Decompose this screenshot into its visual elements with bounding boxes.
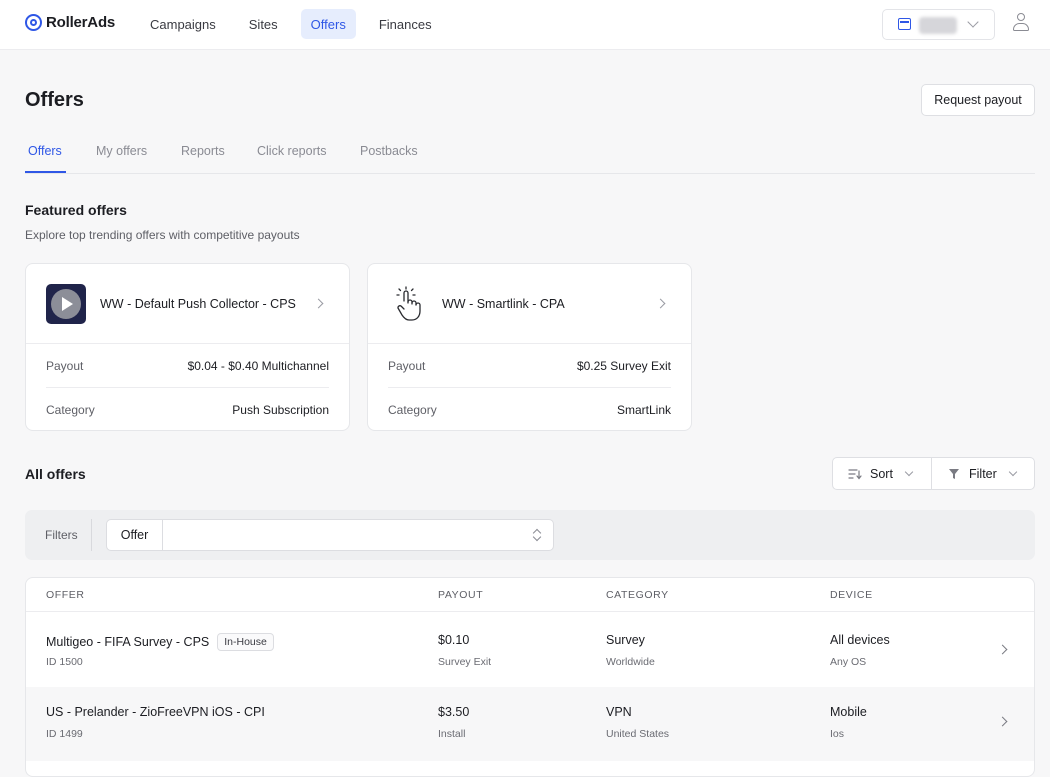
tab-offers[interactable]: Offers bbox=[28, 144, 62, 158]
filter-label: Filter bbox=[969, 467, 997, 481]
chevron-down-icon bbox=[904, 467, 914, 477]
rollerads-logo[interactable]: RollerAds bbox=[25, 14, 115, 31]
offer-id: ID 1500 bbox=[46, 656, 83, 668]
featured-offer-header[interactable]: WW - Default Push Collector - CPS bbox=[26, 264, 349, 344]
filter-button[interactable]: Filter bbox=[931, 457, 1035, 490]
chevron-down-icon bbox=[1008, 467, 1018, 477]
payout-label: Payout bbox=[388, 359, 426, 373]
nav-finances[interactable]: Finances bbox=[369, 9, 442, 39]
wallet-icon bbox=[898, 18, 911, 30]
offer-cell: Multigeo - FIFA Survey - CPS In-House bbox=[46, 633, 274, 651]
active-tab-indicator bbox=[25, 171, 66, 173]
select-arrows-icon bbox=[533, 528, 541, 542]
hidden-balance bbox=[919, 17, 957, 34]
balance-dropdown[interactable] bbox=[882, 9, 995, 40]
payout-amount: $3.50 bbox=[438, 705, 470, 719]
top-navbar: RollerAds Campaigns Sites Offers Finance… bbox=[0, 0, 1050, 50]
chevron-right-icon bbox=[655, 298, 666, 309]
device-name: All devices bbox=[830, 633, 890, 647]
pointing-hand-icon bbox=[396, 286, 421, 321]
table-header: OFFER PAYOUT CATEGORY DEVICE bbox=[26, 578, 1034, 612]
request-payout-button[interactable]: Request payout bbox=[921, 84, 1035, 116]
chevron-right-icon bbox=[313, 298, 324, 309]
sort-label: Sort bbox=[870, 467, 893, 481]
offers-table: OFFER PAYOUT CATEGORY DEVICE Multigeo - … bbox=[25, 577, 1035, 777]
payout-amount: $0.10 bbox=[438, 633, 470, 647]
chevron-right-icon bbox=[997, 644, 1008, 655]
featured-offer-card: WW - Smartlink - CPA Payout $0.25 Survey… bbox=[367, 263, 692, 431]
featured-offers-title: Featured offers bbox=[25, 202, 127, 218]
tab-postbacks[interactable]: Postbacks bbox=[360, 144, 418, 158]
chevron-down-icon bbox=[967, 16, 979, 28]
featured-offer-card: WW - Default Push Collector - CPS Payout… bbox=[25, 263, 350, 431]
filters-label: Filters bbox=[45, 528, 78, 542]
nav-sites[interactable]: Sites bbox=[239, 9, 288, 39]
filters-bar: Filters Offer bbox=[25, 510, 1035, 560]
column-device: DEVICE bbox=[830, 589, 873, 601]
column-offer: OFFER bbox=[46, 589, 85, 601]
device-os: Any OS bbox=[830, 656, 867, 668]
category-name: Survey bbox=[606, 633, 645, 647]
tab-click-reports[interactable]: Click reports bbox=[257, 144, 326, 158]
payout-type: Survey Exit bbox=[438, 656, 492, 668]
payout-value: $0.25 Survey Exit bbox=[576, 359, 671, 373]
category-label: Category bbox=[46, 402, 95, 417]
sort-icon bbox=[848, 469, 862, 480]
sort-button[interactable]: Sort bbox=[832, 457, 932, 490]
chevron-right-icon bbox=[997, 716, 1008, 727]
device-name: Mobile bbox=[830, 705, 867, 719]
featured-offer-name: WW - Smartlink - CPA bbox=[442, 297, 565, 311]
category-geo: United States bbox=[606, 728, 670, 740]
category-row: Category Push Subscription bbox=[46, 388, 329, 431]
offer-id: ID 1499 bbox=[46, 728, 83, 740]
offer-filter-select[interactable]: Offer bbox=[106, 519, 554, 551]
payout-value: $0.04 - $0.40 Multichannel bbox=[187, 359, 329, 373]
category-geo: Worldwide bbox=[606, 656, 655, 668]
nav-offers[interactable]: Offers bbox=[300, 9, 356, 39]
category-value: SmartLink bbox=[616, 402, 671, 417]
featured-offers-subtitle: Explore top trending offers with competi… bbox=[25, 228, 300, 242]
tab-my-offers[interactable]: My offers bbox=[96, 144, 147, 158]
payout-row: Payout $0.04 - $0.40 Multichannel bbox=[46, 345, 329, 388]
payout-type: Install bbox=[438, 728, 466, 740]
play-icon bbox=[46, 284, 86, 324]
divider bbox=[91, 519, 92, 551]
offer-filter-label: Offer bbox=[107, 520, 163, 550]
logo-icon bbox=[25, 14, 42, 31]
category-label: Category bbox=[388, 402, 437, 417]
category-row: Category SmartLink bbox=[388, 388, 671, 431]
offers-tabs: Offers My offers Reports Click reports P… bbox=[25, 136, 1035, 174]
filter-icon bbox=[949, 469, 959, 479]
brand-name: RollerAds bbox=[46, 14, 116, 31]
in-house-badge: In-House bbox=[217, 633, 274, 651]
offer-name: US - Prelander - ZioFreeVPN iOS - CPI bbox=[46, 705, 265, 719]
nav-campaigns[interactable]: Campaigns bbox=[140, 9, 226, 39]
featured-offer-name: WW - Default Push Collector - CPS bbox=[100, 297, 296, 311]
payout-label: Payout bbox=[46, 359, 84, 373]
category-name: VPN bbox=[606, 705, 632, 719]
tab-reports[interactable]: Reports bbox=[181, 144, 225, 158]
user-icon[interactable] bbox=[1013, 13, 1029, 33]
page-title: Offers bbox=[25, 89, 84, 111]
table-row[interactable]: Multigeo - FIFA Survey - CPS In-House ID … bbox=[26, 613, 1034, 687]
table-row[interactable]: US - Prelander - ZioFreeVPN iOS - CPI ID… bbox=[26, 687, 1034, 761]
column-payout: PAYOUT bbox=[438, 589, 484, 601]
category-value: Push Subscription bbox=[232, 402, 329, 417]
main-nav: Campaigns Sites Offers Finances bbox=[140, 9, 455, 39]
payout-row: Payout $0.25 Survey Exit bbox=[388, 345, 671, 388]
device-os: Ios bbox=[830, 728, 845, 740]
column-category: CATEGORY bbox=[606, 589, 669, 601]
all-offers-title: All offers bbox=[25, 466, 86, 482]
featured-offer-header[interactable]: WW - Smartlink - CPA bbox=[368, 264, 691, 344]
offer-name: Multigeo - FIFA Survey - CPS bbox=[46, 635, 210, 649]
